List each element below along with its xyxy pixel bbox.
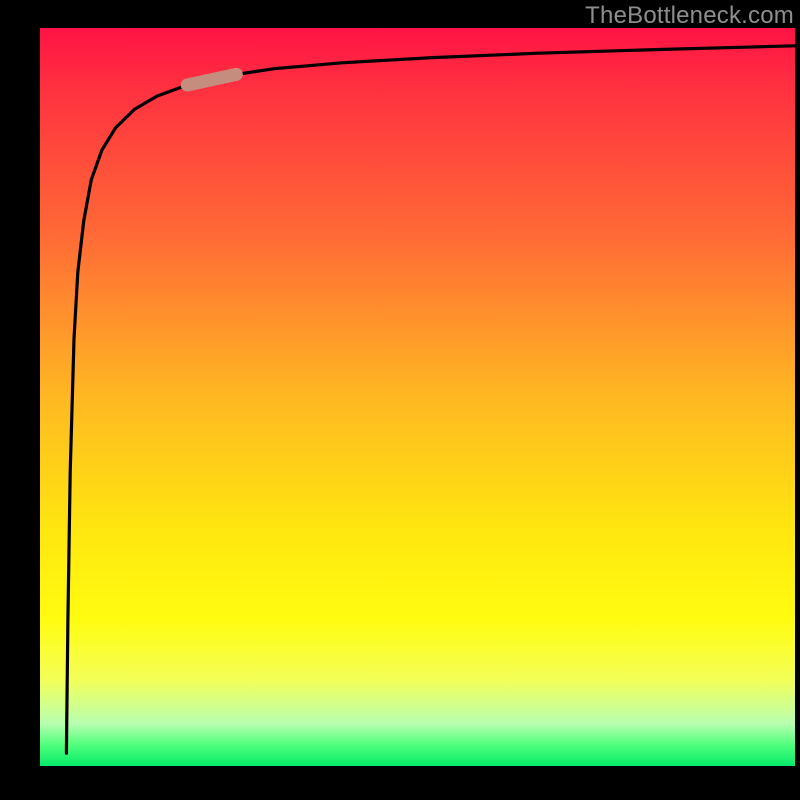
curve-marker <box>187 74 236 85</box>
curve-line <box>66 46 795 753</box>
y-axis <box>38 28 40 768</box>
x-axis <box>40 766 795 768</box>
chart-container: TheBottleneck.com <box>0 0 800 800</box>
curve-layer <box>40 28 795 768</box>
plot-area <box>40 28 795 768</box>
watermark-text: TheBottleneck.com <box>585 2 794 30</box>
